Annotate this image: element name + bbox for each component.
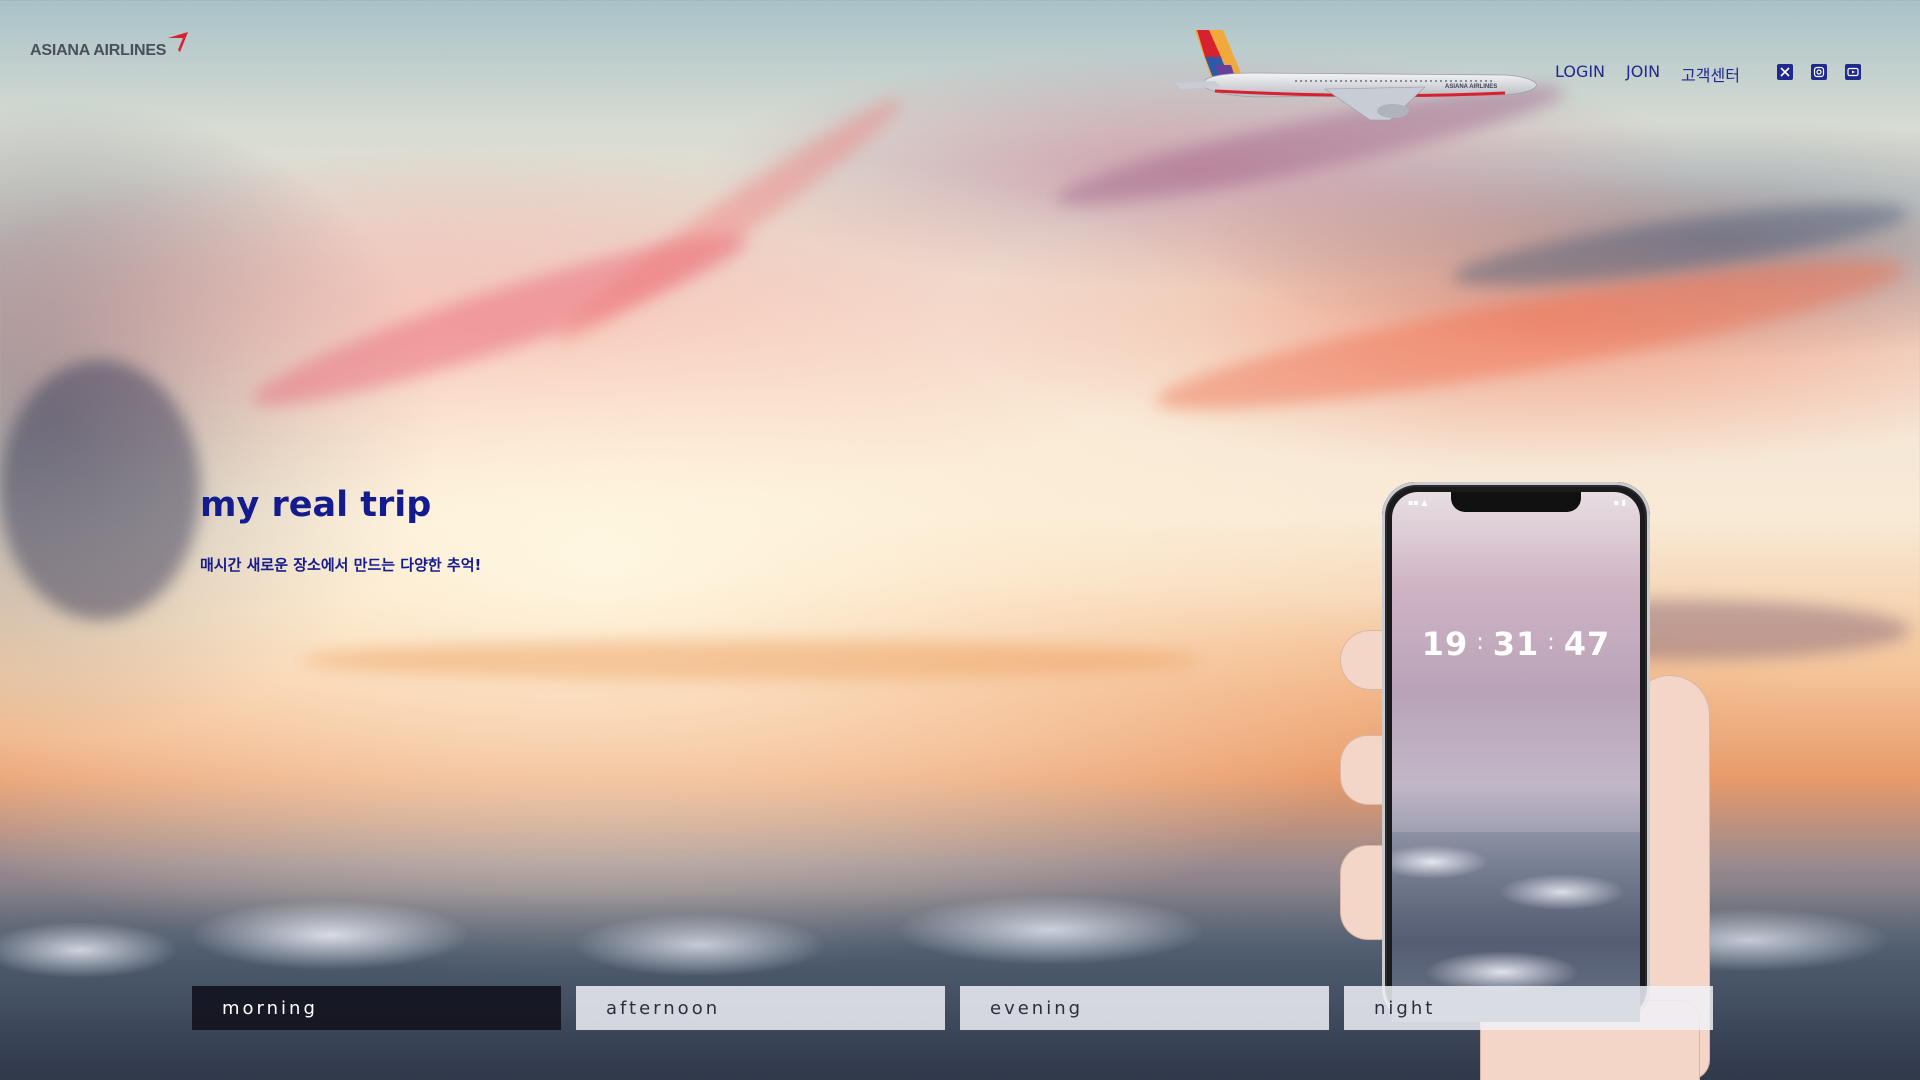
phone-screen: ▪▪ ▲ ▪ ▮ 19:31:47 xyxy=(1392,492,1640,1022)
clock-separator: : xyxy=(1476,630,1485,655)
tab-morning[interactable]: morning xyxy=(192,986,561,1030)
clock-hours: 19 xyxy=(1421,625,1469,663)
time-tabs: morning afternoon evening night xyxy=(192,986,1713,1030)
phone-body: ▪▪ ▲ ▪ ▮ 19:31:47 xyxy=(1382,482,1650,1022)
sky-streak xyxy=(300,640,1200,680)
youtube-icon[interactable] xyxy=(1845,64,1861,80)
logo-wing-icon xyxy=(168,32,189,52)
tab-afternoon[interactable]: afternoon xyxy=(576,986,945,1030)
tab-night[interactable]: night xyxy=(1344,986,1713,1030)
brand-logo[interactable]: ASIANA AIRLINES xyxy=(30,30,192,60)
customer-center-link[interactable]: 고객센터 xyxy=(1681,62,1740,86)
sky-streak xyxy=(0,360,200,620)
clock-seconds: 47 xyxy=(1563,625,1611,663)
brand-logo-text: ASIANA AIRLINES xyxy=(30,42,167,59)
social-links xyxy=(1777,64,1861,80)
clock-minutes: 31 xyxy=(1492,625,1540,663)
status-bar-left: ▪▪ ▲ xyxy=(1408,498,1428,507)
hero-subtitle: 매시간 새로운 장소에서 만드는 다양한 추억! xyxy=(200,556,482,574)
instagram-icon[interactable] xyxy=(1811,64,1827,80)
phone-clock: 19:31:47 xyxy=(1392,625,1640,663)
airplane-image: ASIANA AIRLINES xyxy=(1175,30,1538,121)
status-bar-right: ▪ ▮ xyxy=(1613,498,1626,507)
phone-notch xyxy=(1451,492,1581,512)
top-nav: LOGIN JOIN 고객센터 xyxy=(1555,62,1740,86)
sky-streak xyxy=(546,83,914,357)
clock-separator: : xyxy=(1547,630,1556,655)
join-link[interactable]: JOIN xyxy=(1626,62,1660,86)
login-link[interactable]: LOGIN xyxy=(1555,62,1605,86)
x-twitter-icon[interactable] xyxy=(1777,64,1793,80)
tab-evening[interactable]: evening xyxy=(960,986,1329,1030)
hero-title: my real trip xyxy=(200,485,432,525)
svg-text:ASIANA AIRLINES: ASIANA AIRLINES xyxy=(1445,84,1497,90)
